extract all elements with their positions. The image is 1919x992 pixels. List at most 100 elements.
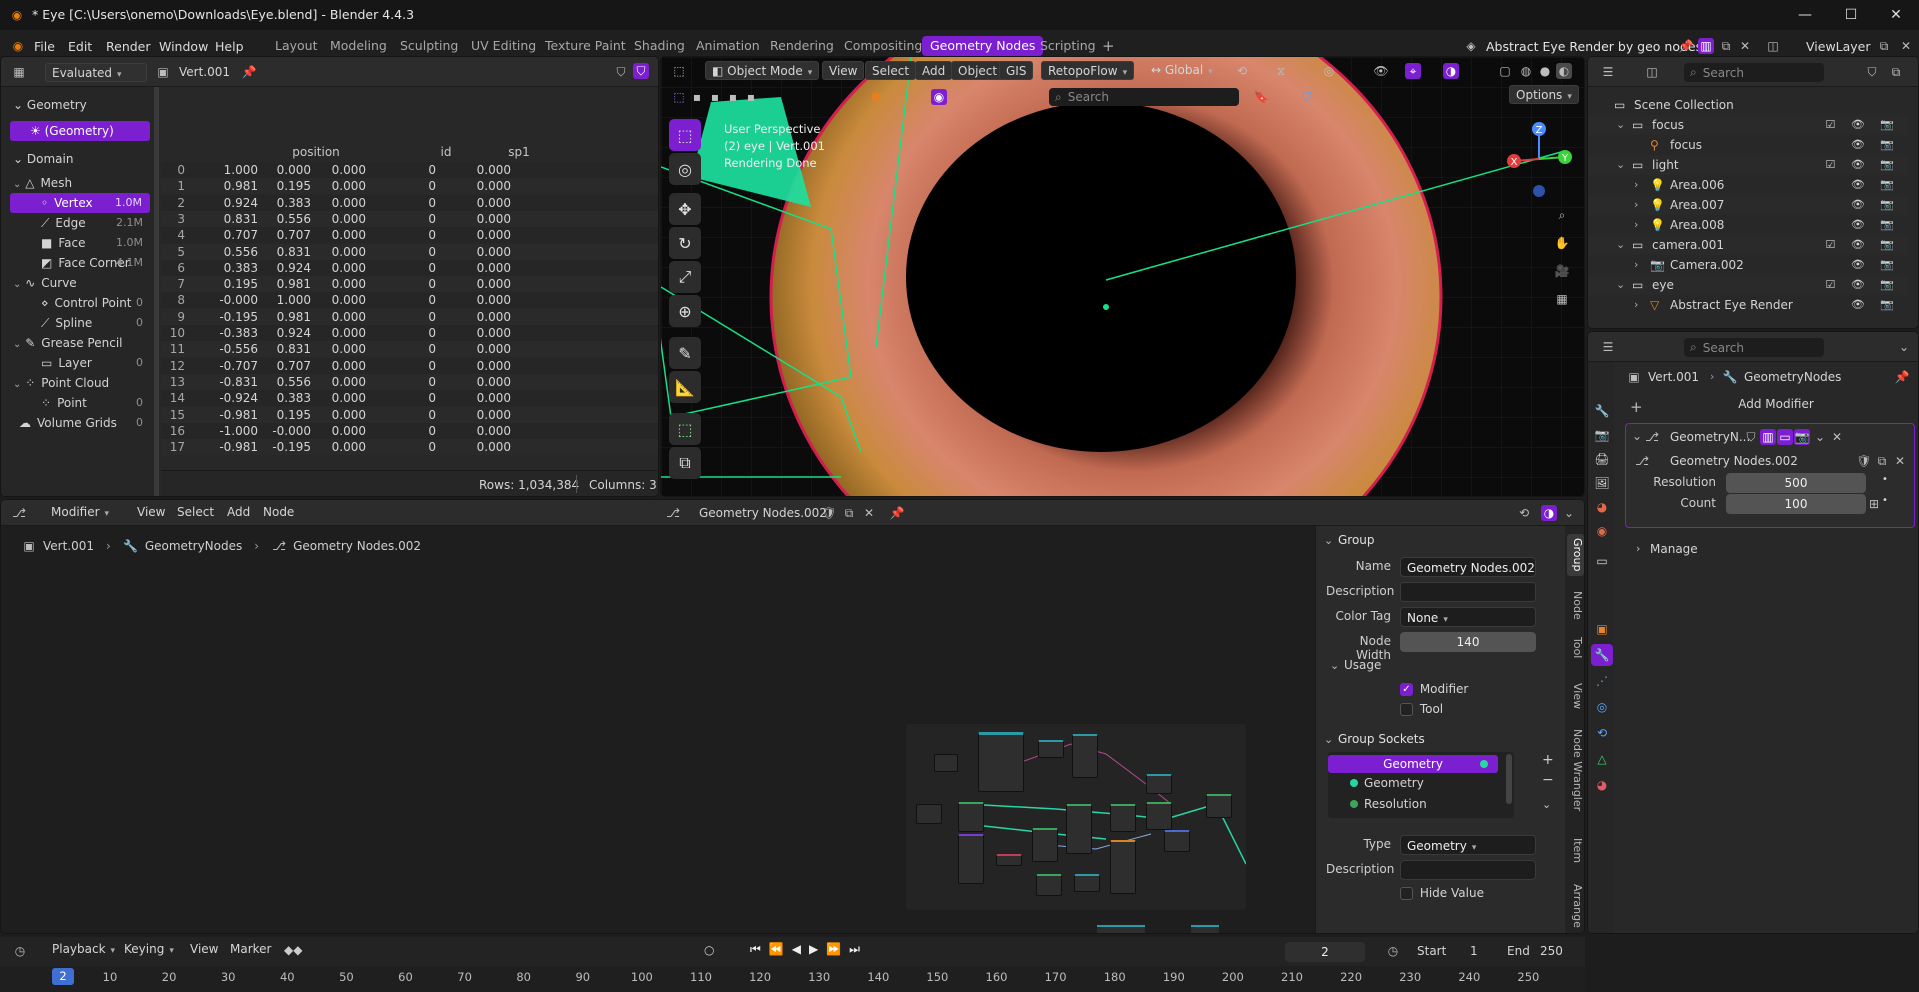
column-header-sp1[interactable]: sp1 bbox=[479, 142, 559, 162]
constraints-tab-icon[interactable]: ⟲ bbox=[1591, 722, 1613, 744]
sockets-scrollbar[interactable] bbox=[1506, 754, 1512, 804]
wireframe-shading-icon[interactable]: ◍ bbox=[1518, 63, 1534, 79]
domain-item-edge[interactable]: ⟋ Edge 2.1M bbox=[1, 213, 151, 233]
render-tab-icon[interactable]: 📷 bbox=[1591, 424, 1613, 446]
node-tree-name[interactable]: Geometry Nodes.002 bbox=[699, 506, 827, 520]
outliner-filter-icon[interactable]: ⛉ bbox=[1864, 64, 1880, 80]
material-tab-icon[interactable]: ◕ bbox=[1591, 774, 1613, 796]
new-view-layer-icon[interactable]: ⧉ bbox=[1876, 38, 1892, 54]
pivot-icon[interactable]: ⟲ bbox=[1234, 63, 1250, 79]
menu-add[interactable]: Add bbox=[915, 61, 953, 80]
playback-controls[interactable]: ⏮⏪◀▶⏩⏭ bbox=[750, 942, 868, 957]
tab-texture-paint[interactable]: Texture Paint bbox=[537, 36, 634, 56]
column-header-id[interactable]: id bbox=[406, 142, 486, 162]
overlay-options-icon[interactable]: ⌄ bbox=[1561, 505, 1577, 521]
tab-rendering[interactable]: Rendering bbox=[762, 36, 842, 56]
minimize-icon[interactable]: — bbox=[1782, 3, 1828, 27]
rendered-shading-icon[interactable]: ◐ bbox=[1556, 63, 1572, 79]
outliner-row[interactable]: › ▽ Abstract Eye Render 👁 📷 bbox=[1588, 295, 1908, 315]
filter-icon[interactable]: ⛉ bbox=[613, 64, 629, 80]
outliner-row[interactable]: ⌄ ▭ camera.001 ☑ 👁 📷 bbox=[1588, 235, 1908, 255]
modifier-name[interactable]: GeometryN... bbox=[1670, 430, 1750, 444]
menu-select[interactable]: Select bbox=[171, 503, 220, 522]
realtime-icon[interactable]: ▭ bbox=[1777, 429, 1793, 445]
graph-node[interactable] bbox=[934, 754, 958, 772]
object-tab-icon[interactable]: ▣ bbox=[1591, 618, 1613, 640]
tab-compositing[interactable]: Compositing bbox=[836, 36, 930, 56]
graph-node[interactable] bbox=[1206, 794, 1232, 818]
maximize-icon[interactable]: ☐ bbox=[1828, 3, 1874, 27]
tab-modeling[interactable]: Modeling bbox=[322, 36, 395, 56]
material-preview-icon[interactable]: ◉ bbox=[931, 89, 947, 105]
selected-only-filter-icon[interactable]: ⛉ bbox=[633, 63, 649, 79]
properties-options-icon[interactable]: ⌄ bbox=[1896, 339, 1912, 355]
graph-node[interactable] bbox=[958, 802, 984, 832]
add-modifier-button[interactable]: Add Modifier bbox=[1646, 397, 1906, 411]
select-mode-invert-icon[interactable]: ▪ bbox=[743, 89, 759, 105]
outliner-row[interactable]: ⌄ ▭ light ☑ 👁 📷 bbox=[1588, 155, 1908, 175]
menu-help[interactable]: Help bbox=[215, 39, 244, 54]
menu-window[interactable]: Window bbox=[159, 39, 208, 54]
socket-input-resolution[interactable]: Resolution bbox=[1350, 797, 1427, 811]
scene-tab-icon[interactable]: ◕ bbox=[1591, 496, 1613, 518]
add-socket-icon[interactable]: + bbox=[1542, 752, 1554, 768]
group-name-field[interactable]: Geometry Nodes.002 bbox=[1400, 557, 1536, 577]
clock-icon[interactable]: ◷ bbox=[1385, 943, 1401, 959]
editor-type-icon[interactable]: ⬚ bbox=[671, 63, 687, 79]
view-layer-name[interactable]: ViewLayer bbox=[1806, 39, 1871, 54]
navigation-gizmo[interactable]: Z X Y bbox=[1499, 119, 1579, 199]
particles-tab-icon[interactable]: ⋰ bbox=[1591, 670, 1613, 692]
world-tab-icon[interactable]: ◉ bbox=[1591, 520, 1613, 542]
tab-layout[interactable]: Layout bbox=[267, 36, 326, 56]
domain-item-curve[interactable]: ⌄ ∿ Curve bbox=[1, 273, 151, 293]
menu-marker[interactable]: Marker bbox=[224, 940, 277, 959]
editor-type-icon[interactable]: ▦ bbox=[11, 64, 27, 80]
domain-section[interactable]: ⌄ Domain bbox=[1, 149, 151, 169]
remove-modifier-icon[interactable]: ✕ bbox=[1829, 429, 1845, 445]
overlay-toggle-icon[interactable]: ◑ bbox=[1443, 63, 1459, 79]
domain-item-grease-pencil[interactable]: ⌄ ✎ Grease Pencil bbox=[1, 333, 151, 353]
menu-select[interactable]: Select bbox=[865, 61, 917, 80]
outliner-row[interactable]: › 💡 Area.007 👁 📷 bbox=[1588, 195, 1908, 215]
blender-menu-icon[interactable]: ◉ bbox=[10, 38, 26, 54]
graph-node[interactable] bbox=[978, 732, 1024, 792]
graph-node[interactable] bbox=[1164, 830, 1190, 852]
snap-icon[interactable]: ⟲ bbox=[1516, 505, 1532, 521]
select-box-tool-icon[interactable]: ⬚ bbox=[669, 119, 701, 151]
transform-tool-icon[interactable]: ⊕ bbox=[669, 295, 701, 327]
socket-input-geometry[interactable]: Geometry bbox=[1350, 776, 1424, 790]
3d-viewport[interactable]: ⬚ ◧ Object Mode View Select Add Object G… bbox=[660, 56, 1585, 497]
scene-name[interactable]: Abstract Eye Render by geo nodes bbox=[1486, 39, 1702, 54]
sidebar-tab-item[interactable]: Item bbox=[1567, 834, 1584, 867]
proportional-edit-icon[interactable]: ◎ bbox=[1321, 63, 1337, 79]
cube-shading-icon[interactable]: ⬢ bbox=[868, 89, 884, 105]
select-mode-extend-icon[interactable]: ▪ bbox=[707, 89, 723, 105]
sidebar-tab-arrange[interactable]: Arrange bbox=[1567, 880, 1584, 932]
pin-icon[interactable]: 📌 bbox=[1894, 369, 1910, 385]
render-toggle-icon[interactable]: 📷 bbox=[1794, 429, 1810, 445]
tool-checkbox[interactable]: Tool bbox=[1400, 702, 1443, 716]
socket-description-field[interactable] bbox=[1400, 860, 1536, 880]
annotate-tool-icon[interactable]: ✎ bbox=[669, 337, 701, 369]
outliner-row[interactable]: ⚲ focus 👁 📷 bbox=[1588, 135, 1908, 155]
outliner-row[interactable]: › 💡 Area.008 👁 📷 bbox=[1588, 215, 1908, 235]
auto-keying-icon[interactable]: ○ bbox=[704, 943, 714, 957]
add-workspace-icon[interactable]: + bbox=[1102, 37, 1115, 55]
move-tool-icon[interactable]: ✥ bbox=[669, 193, 701, 225]
node-graph[interactable] bbox=[906, 724, 1246, 910]
graph-node[interactable] bbox=[1110, 804, 1136, 832]
unlink-icon[interactable]: ✕ bbox=[1892, 453, 1908, 469]
sidebar-tab-group[interactable]: Group bbox=[1567, 534, 1584, 576]
select-mode-subtract-icon[interactable]: ▪ bbox=[725, 89, 741, 105]
domain-item-layer[interactable]: ▭ Layer 0 bbox=[1, 353, 151, 373]
modifier-checkbox[interactable]: ✓ Modifier bbox=[1400, 682, 1468, 696]
keyframe-nav-icon[interactable]: ◆◆ bbox=[284, 943, 302, 957]
close-window-icon[interactable]: ✕ bbox=[1873, 3, 1919, 27]
overlay-toggle-icon[interactable]: ◑ bbox=[1541, 505, 1557, 521]
socket-type-dropdown[interactable]: Geometry bbox=[1400, 835, 1536, 855]
zoom-icon[interactable]: ⌕ bbox=[1554, 207, 1570, 223]
sidebar-scrollbar[interactable] bbox=[154, 87, 159, 496]
outliner-row[interactable]: › 💡 Area.006 👁 📷 bbox=[1588, 175, 1908, 195]
playback-menu[interactable]: Playback bbox=[46, 940, 121, 959]
tab-animation[interactable]: Animation bbox=[688, 36, 768, 56]
